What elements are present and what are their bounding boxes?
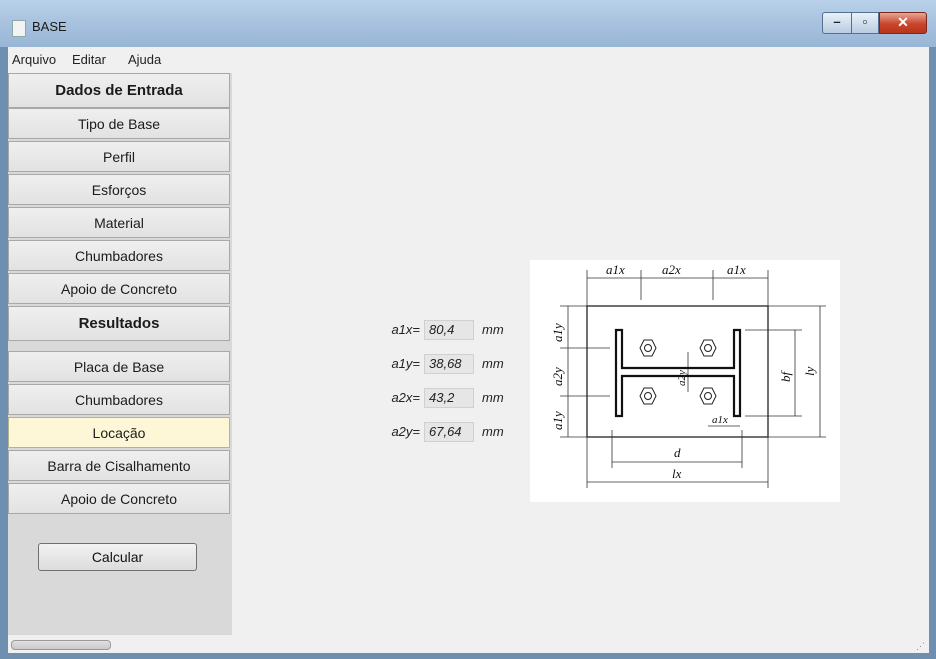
main-panel: a1x= 80,4 mm a1y= 38,68 mm a2x= 43,2 mm …: [234, 73, 929, 635]
a2y-value: 67,64: [424, 422, 474, 442]
label-a1y-left-top: a1y: [550, 323, 565, 342]
menu-arquivo[interactable]: Arquivo: [12, 52, 56, 67]
minimize-icon: –: [833, 14, 841, 29]
label-a1x-top-left: a1x: [606, 262, 625, 277]
label-d: d: [674, 445, 681, 460]
sidebar-item-apoio-de-concreto-resultados[interactable]: Apoio de Concreto: [8, 483, 230, 514]
label-a2y-left: a2y: [550, 367, 565, 386]
label-a2x-top: a2x: [662, 262, 681, 277]
label-ly: ly: [802, 366, 817, 376]
close-button[interactable]: ✕: [879, 12, 927, 34]
sidebar-item-placa-de-base[interactable]: Placa de Base: [8, 351, 230, 382]
status-bar: ⋰: [8, 637, 929, 653]
a1x-unit: mm: [482, 322, 504, 337]
a2y-label: a2y=: [391, 424, 420, 439]
label-a2y-inner: a2y: [676, 370, 688, 386]
maximize-icon: ▫: [862, 14, 868, 29]
calcular-button[interactable]: Calcular: [38, 543, 197, 571]
a1y-value: 38,68: [424, 354, 474, 374]
sidebar: Dados de Entrada Tipo de Base Perfil Esf…: [8, 73, 232, 635]
a1x-value: 80,4: [424, 320, 474, 340]
label-a1x-top-right: a1x: [727, 262, 746, 277]
base-plate-drawing: a1x a2x a1x a1y a2y a1y a2y a1x d lx bf …: [550, 262, 826, 488]
sidebar-item-barra-de-cisalhamento[interactable]: Barra de Cisalhamento: [8, 450, 230, 481]
window-title: BASE: [32, 19, 67, 34]
app-icon: [12, 20, 26, 37]
a2x-label: a2x=: [391, 390, 420, 405]
client-area: Arquivo Editar Ajuda Dados de Entrada Ti…: [8, 47, 929, 653]
title-bar[interactable]: BASE – ▫ ✕: [0, 0, 936, 47]
a1y-label: a1y=: [391, 356, 420, 371]
maximize-button[interactable]: ▫: [851, 12, 879, 34]
label-bf: bf: [778, 370, 793, 383]
menu-bar: Arquivo Editar Ajuda: [8, 47, 929, 71]
app-window: BASE – ▫ ✕ Arquivo Editar Ajuda Dados de…: [0, 0, 936, 659]
sidebar-item-perfil[interactable]: Perfil: [8, 141, 230, 172]
sidebar-item-tipo-de-base[interactable]: Tipo de Base: [8, 108, 230, 139]
section-header-dados-de-entrada: Dados de Entrada: [8, 73, 230, 108]
menu-ajuda[interactable]: Ajuda: [128, 52, 161, 67]
section-header-resultados: Resultados: [8, 306, 230, 341]
label-lx: lx: [672, 466, 682, 481]
sidebar-item-material[interactable]: Material: [8, 207, 230, 238]
close-icon: ✕: [897, 14, 909, 30]
menu-editar[interactable]: Editar: [72, 52, 106, 67]
label-a1x-inner: a1x: [712, 414, 728, 426]
sidebar-item-locacao[interactable]: Locação: [8, 417, 230, 448]
a1x-label: a1x=: [391, 322, 420, 337]
a2x-unit: mm: [482, 390, 504, 405]
sidebar-item-apoio-de-concreto[interactable]: Apoio de Concreto: [8, 273, 230, 304]
a2y-unit: mm: [482, 424, 504, 439]
sidebar-item-chumbadores[interactable]: Chumbadores: [8, 240, 230, 271]
horizontal-scrollbar[interactable]: [11, 640, 111, 650]
resize-grip-icon[interactable]: ⋰: [916, 641, 925, 652]
base-plate-diagram: a1x a2x a1x a1y a2y a1y a2y a1x d lx bf …: [530, 260, 840, 502]
minimize-button[interactable]: –: [822, 12, 851, 34]
a2x-value: 43,2: [424, 388, 474, 408]
a1y-unit: mm: [482, 356, 504, 371]
sidebar-item-chumbadores-resultados[interactable]: Chumbadores: [8, 384, 230, 415]
label-a1y-left-bottom: a1y: [550, 411, 565, 430]
sidebar-item-esforcos[interactable]: Esforços: [8, 174, 230, 205]
